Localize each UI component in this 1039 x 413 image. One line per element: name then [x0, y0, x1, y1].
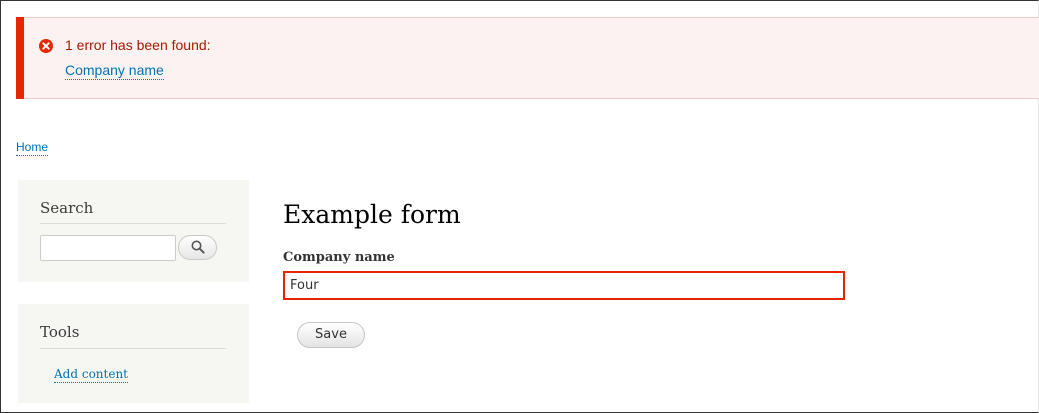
error-accent-bar: [16, 17, 24, 99]
tools-block-divider: [40, 348, 226, 349]
breadcrumb-home[interactable]: Home: [16, 140, 49, 156]
error-link-company-name[interactable]: Company name: [65, 62, 164, 80]
company-name-label: Company name: [283, 250, 395, 265]
search-block-title: Search: [40, 199, 94, 217]
search-block-divider: [40, 223, 226, 224]
search-block: Search: [18, 180, 249, 282]
search-input[interactable]: [40, 235, 176, 261]
tools-link-add-content[interactable]: Add content: [54, 367, 128, 383]
tools-block: Tools Add content: [18, 304, 249, 403]
page-title: Example form: [283, 200, 461, 229]
error-icon: [39, 39, 53, 53]
search-button[interactable]: [178, 235, 217, 260]
company-name-input[interactable]: [283, 271, 845, 300]
search-icon: [191, 240, 205, 254]
error-heading: 1 error has been found:: [65, 37, 211, 53]
tools-block-title: Tools: [40, 323, 80, 341]
error-messages: 1 error has been found: Company name: [16, 17, 1039, 99]
save-button[interactable]: Save: [297, 322, 365, 348]
